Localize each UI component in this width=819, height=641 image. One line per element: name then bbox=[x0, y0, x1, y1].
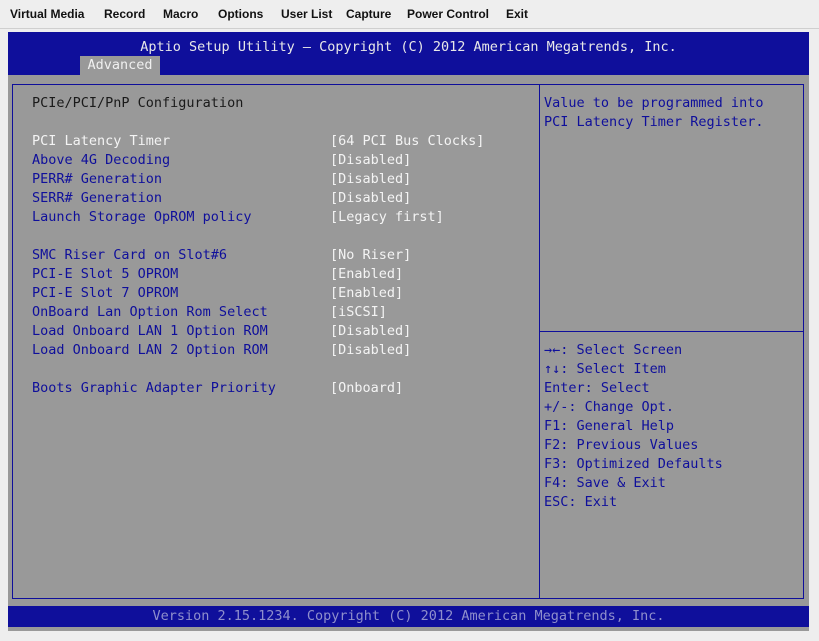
setting-label-load-onboard-lan2-option-rom[interactable]: Load Onboard LAN 2 Option ROM bbox=[32, 342, 268, 359]
version-text: Version 2.15.1234. Copyright (C) 2012 Am… bbox=[152, 608, 665, 624]
setting-value-pcie-slot7-oprom[interactable]: [Enabled] bbox=[330, 285, 403, 302]
key-hint-general-help: F1: General Help bbox=[544, 418, 675, 434]
setting-label-load-onboard-lan1-option-rom[interactable]: Load Onboard LAN 1 Option ROM bbox=[32, 323, 268, 340]
key-hint-previous-values: F2: Previous Values bbox=[544, 437, 699, 453]
setting-label-pcie-slot7-oprom[interactable]: PCI-E Slot 7 OPROM bbox=[32, 285, 178, 302]
bios-title: Aptio Setup Utility – Copyright (C) 2012… bbox=[140, 39, 677, 55]
setting-value-load-onboard-lan2-option-rom[interactable]: [Disabled] bbox=[330, 342, 411, 359]
menu-virtual-media[interactable]: Virtual Media bbox=[10, 7, 84, 21]
setting-value-boots-graphic-adapter-priority[interactable]: [Onboard] bbox=[330, 380, 403, 397]
key-hint-esc-exit: ESC: Exit bbox=[544, 494, 618, 510]
help-description-line: PCI Latency Timer Register. bbox=[544, 114, 764, 130]
setting-value-serr-generation[interactable]: [Disabled] bbox=[330, 190, 411, 207]
key-hint-change-opt: +/-: Change Opt. bbox=[544, 399, 675, 415]
setting-value-perr-generation[interactable]: [Disabled] bbox=[330, 171, 411, 188]
help-panel: Value to be programmed into PCI Latency … bbox=[539, 84, 804, 599]
menu-record[interactable]: Record bbox=[104, 7, 145, 21]
setting-value-launch-storage-oprom-policy[interactable]: [Legacy first] bbox=[330, 209, 444, 226]
setting-value-pcie-slot5-oprom[interactable]: [Enabled] bbox=[330, 266, 403, 283]
setting-label-perr-generation[interactable]: PERR# Generation bbox=[32, 171, 162, 188]
key-hint-select-screen: →←: Select Screen bbox=[544, 342, 683, 358]
key-hint-save-exit: F4: Save & Exit bbox=[544, 475, 666, 491]
menu-user-list[interactable]: User List bbox=[281, 7, 332, 21]
settings-panel: PCIe/PCI/PnP Configuration PCI Latency T… bbox=[12, 84, 540, 599]
help-divider bbox=[540, 331, 803, 332]
section-title: PCIe/PCI/PnP Configuration bbox=[32, 95, 244, 111]
bios-screen: Aptio Setup Utility – Copyright (C) 2012… bbox=[8, 32, 809, 631]
setting-label-pcie-slot5-oprom[interactable]: PCI-E Slot 5 OPROM bbox=[32, 266, 178, 283]
menu-options[interactable]: Options bbox=[218, 7, 263, 21]
setting-value-onboard-lan-option-rom-select[interactable]: [iSCSI] bbox=[330, 304, 387, 321]
key-hint-optimized-defaults: F3: Optimized Defaults bbox=[544, 456, 723, 472]
setting-label-serr-generation[interactable]: SERR# Generation bbox=[32, 190, 162, 207]
setting-label-boots-graphic-adapter-priority[interactable]: Boots Graphic Adapter Priority bbox=[32, 380, 276, 397]
setting-value-smc-riser-card[interactable]: [No Riser] bbox=[330, 247, 411, 264]
setting-value-load-onboard-lan1-option-rom[interactable]: [Disabled] bbox=[330, 323, 411, 340]
setting-value-above-4g-decoding[interactable]: [Disabled] bbox=[330, 152, 411, 169]
setting-label-above-4g-decoding[interactable]: Above 4G Decoding bbox=[32, 152, 170, 169]
setting-value-pci-latency-timer[interactable]: [64 PCI Bus Clocks] bbox=[330, 133, 484, 150]
setting-label-launch-storage-oprom-policy[interactable]: Launch Storage OpROM policy bbox=[32, 209, 251, 226]
menu-exit[interactable]: Exit bbox=[506, 7, 528, 21]
key-hint-enter-select: Enter: Select bbox=[544, 380, 650, 396]
bios-header: Aptio Setup Utility – Copyright (C) 2012… bbox=[8, 32, 809, 75]
setting-label-smc-riser-card[interactable]: SMC Riser Card on Slot#6 bbox=[32, 247, 227, 264]
setting-label-pci-latency-timer[interactable]: PCI Latency Timer bbox=[32, 133, 170, 150]
setting-label-onboard-lan-option-rom-select[interactable]: OnBoard Lan Option Rom Select bbox=[32, 304, 268, 321]
bios-footer: Version 2.15.1234. Copyright (C) 2012 Am… bbox=[8, 606, 809, 627]
tab-advanced[interactable]: Advanced bbox=[80, 56, 160, 75]
help-description-line: Value to be programmed into bbox=[544, 95, 764, 111]
menu-macro[interactable]: Macro bbox=[163, 7, 198, 21]
menu-power-control[interactable]: Power Control bbox=[407, 7, 489, 21]
menu-capture[interactable]: Capture bbox=[346, 7, 391, 21]
kvm-menubar: Virtual Media Record Macro Options User … bbox=[0, 0, 819, 29]
key-hint-select-item: ↑↓: Select Item bbox=[544, 361, 666, 377]
